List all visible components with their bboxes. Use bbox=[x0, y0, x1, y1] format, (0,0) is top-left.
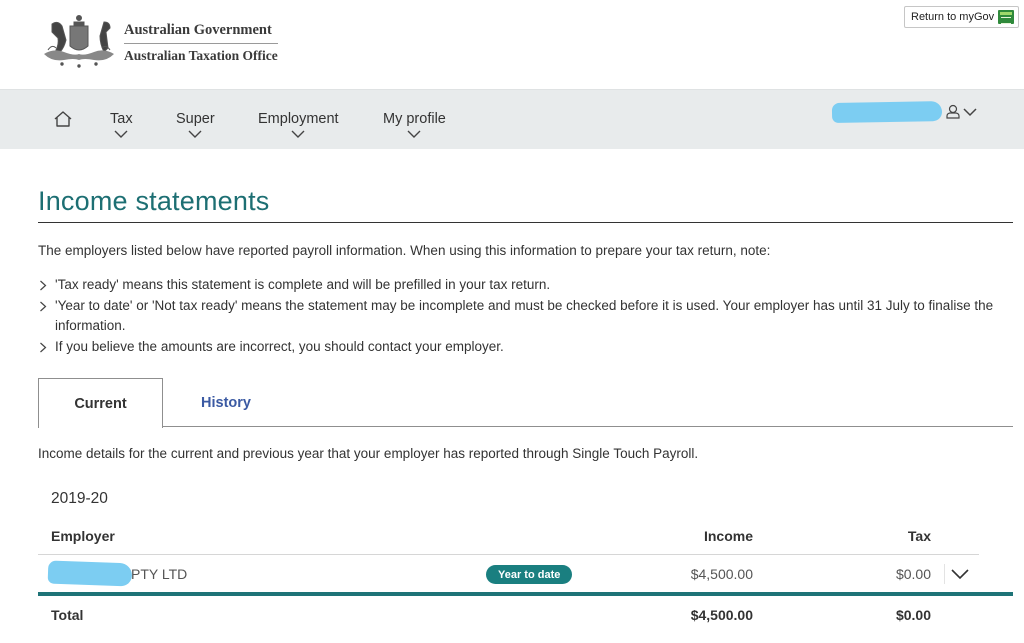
note-text: 'Year to date' or 'Not tax ready' means … bbox=[55, 297, 994, 334]
mygov-app-icon bbox=[998, 10, 1015, 24]
chevron-right-icon bbox=[40, 301, 47, 311]
chevron-down-icon bbox=[407, 130, 421, 138]
chevron-down-icon bbox=[114, 130, 128, 138]
table-header: Employer Income Tax bbox=[38, 526, 979, 555]
chevron-right-icon bbox=[40, 280, 47, 291]
redacted-username[interactable] bbox=[831, 101, 943, 123]
total-income: $4,500.00 bbox=[690, 607, 753, 623]
employer-name: PTY LTD bbox=[131, 566, 188, 582]
note-item: If you believe the amounts are incorrect… bbox=[38, 337, 1013, 358]
tax-value: $0.00 bbox=[895, 566, 931, 582]
total-row: Total $4,500.00 $0.00 bbox=[38, 596, 979, 632]
tab-history[interactable]: History bbox=[163, 378, 289, 427]
title-divider bbox=[38, 222, 1013, 223]
notes-list: 'Tax ready' means this statement is comp… bbox=[38, 275, 1013, 357]
return-to-mygov-button[interactable]: Return to myGov bbox=[904, 6, 1020, 28]
nav-item-super[interactable]: Super bbox=[176, 111, 215, 138]
redacted-employer-name bbox=[47, 560, 133, 587]
chevron-down-icon bbox=[291, 130, 305, 138]
logo-text: Australian Government Australian Taxatio… bbox=[124, 22, 278, 64]
user-icon[interactable] bbox=[946, 104, 960, 119]
page-title: Income statements bbox=[38, 186, 270, 216]
expand-row-chevron-icon[interactable] bbox=[948, 566, 972, 582]
column-employer: Employer bbox=[51, 528, 115, 544]
status-badge: Year to date bbox=[486, 565, 573, 584]
note-item: 'Tax ready' means this statement is comp… bbox=[38, 275, 1013, 296]
tab-current[interactable]: Current bbox=[38, 378, 163, 428]
statement-tabs: Current History bbox=[38, 378, 1013, 428]
table-row[interactable]: PTY LTD Year to date $4,500.00 $0.00 bbox=[38, 556, 979, 592]
logo-government: Australian Government bbox=[124, 22, 278, 44]
home-icon[interactable] bbox=[53, 110, 73, 128]
note-item: 'Year to date' or 'Not tax ready' means … bbox=[38, 296, 1013, 337]
main-nav: Tax Super Employment My profile bbox=[0, 89, 1024, 149]
income-value: $4,500.00 bbox=[690, 566, 753, 582]
logo-ato: Australian Taxation Office bbox=[124, 48, 278, 63]
coat-of-arms-icon bbox=[44, 15, 114, 68]
nav-item-tax[interactable]: Tax bbox=[110, 111, 133, 138]
total-tax: $0.00 bbox=[895, 607, 931, 623]
ato-logo[interactable]: Australian Government Australian Taxatio… bbox=[38, 12, 283, 74]
row-divider bbox=[944, 564, 945, 584]
return-to-mygov-label: Return to myGov bbox=[911, 11, 995, 23]
nav-item-label: Tax bbox=[110, 111, 133, 127]
nav-item-label: Super bbox=[176, 111, 215, 127]
column-income: Income bbox=[703, 528, 753, 544]
tab-description: Income details for the current and previ… bbox=[38, 446, 699, 461]
column-tax: Tax bbox=[907, 528, 931, 544]
nav-item-label: My profile bbox=[383, 111, 446, 127]
chevron-down-icon bbox=[188, 130, 202, 138]
total-label: Total bbox=[51, 607, 84, 623]
nav-item-label: Employment bbox=[258, 111, 339, 127]
chevron-down-icon[interactable] bbox=[963, 108, 977, 117]
note-text: If you believe the amounts are incorrect… bbox=[55, 338, 504, 354]
nav-item-my-profile[interactable]: My profile bbox=[383, 111, 446, 138]
site-header: Australian Government Australian Taxatio… bbox=[0, 0, 1024, 89]
nav-item-employment[interactable]: Employment bbox=[258, 111, 339, 138]
intro-text: The employers listed below have reported… bbox=[38, 243, 771, 258]
chevron-right-icon bbox=[40, 342, 47, 352]
note-text: 'Tax ready' means this statement is comp… bbox=[55, 277, 551, 292]
financial-year-heading: 2019-20 bbox=[51, 490, 108, 507]
